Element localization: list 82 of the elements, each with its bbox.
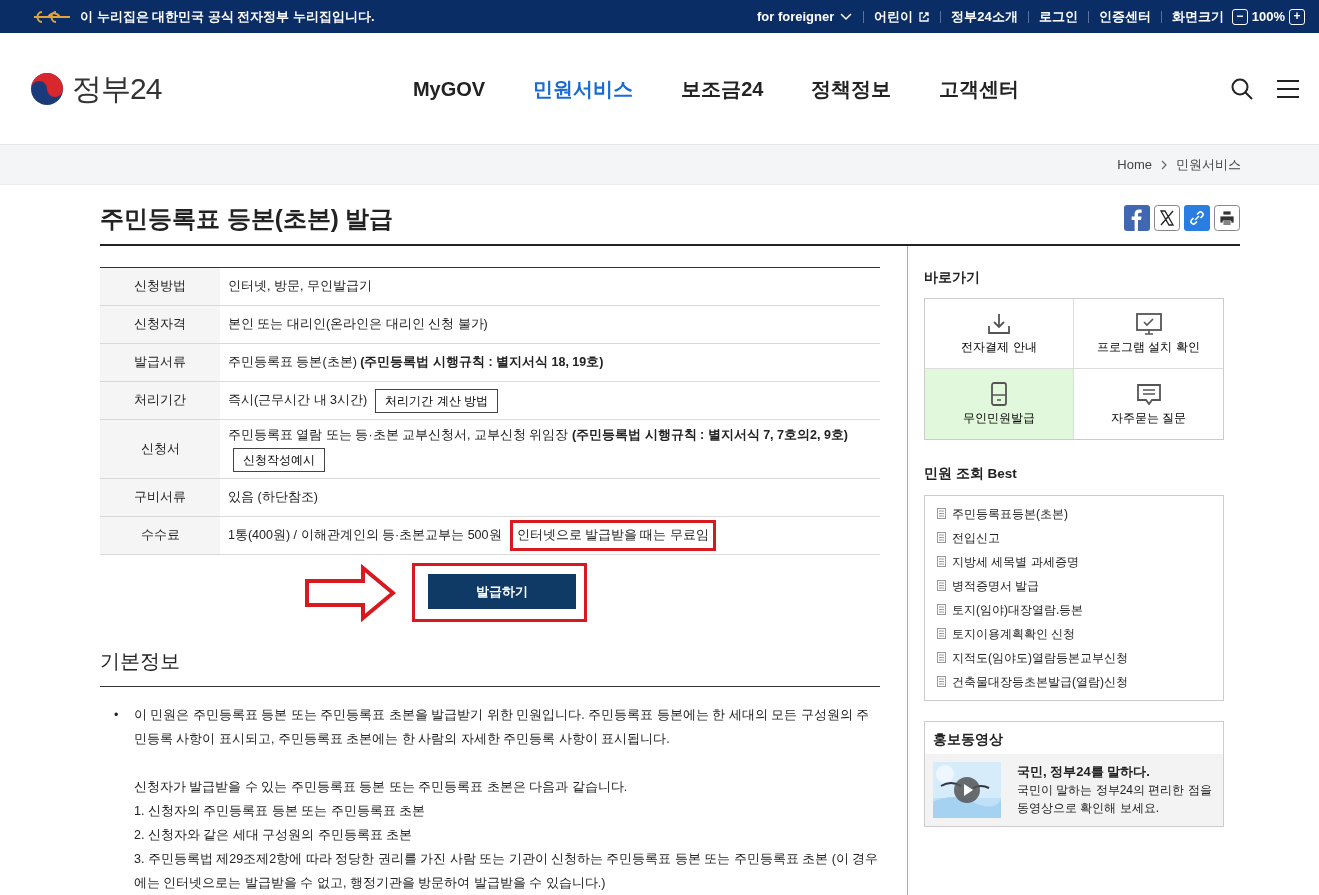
best-link[interactable]: 토지이용계획확인 신청 bbox=[952, 624, 1076, 643]
cell-text: 본인 또는 대리인(온라인은 대리인 신청 불가) bbox=[228, 316, 488, 334]
x-button[interactable] bbox=[1154, 205, 1180, 231]
emblem-icon bbox=[30, 71, 64, 106]
document-icon bbox=[937, 652, 946, 663]
sidebar-heading: 민원 조회 Best bbox=[924, 465, 1018, 484]
nav-tab[interactable]: MyGOV bbox=[412, 73, 486, 104]
document-icon bbox=[937, 580, 946, 591]
logo-text[interactable]: 정부24 bbox=[72, 66, 162, 111]
link-button[interactable] bbox=[1184, 205, 1210, 231]
search-icon[interactable] bbox=[1231, 77, 1253, 100]
breadcrumb-link[interactable]: Home bbox=[1117, 154, 1152, 175]
cell-text: 인터넷, 방문, 무인발급기 bbox=[228, 278, 372, 296]
chevron-down-icon bbox=[839, 11, 854, 22]
external-link-icon bbox=[918, 10, 931, 23]
breadcrumb-link[interactable]: 민원서비스 bbox=[1176, 154, 1241, 175]
info-line: 3. 주민등록법 제29조제2항에 따라 정당한 권리를 가진 사람 또는 기관이 신청하는 주민등록표 등본 또는 주민등록표 초본 (이 경우에는 인터넷으로는 발급받을 수 없고, 행정기관을 방문하여 발급받을 수 있습니다.) bbox=[134, 851, 880, 892]
shortcut-tile[interactable]: 무인민원발급 bbox=[925, 369, 1074, 440]
document-icon bbox=[937, 556, 946, 567]
notice-text: 이 누리집은 대한민국 공식 전자정부 누리집입니다. bbox=[80, 7, 375, 26]
issue-button[interactable]: 발급하기 bbox=[427, 574, 576, 609]
nav-tab[interactable]: 정책정보 bbox=[811, 73, 892, 104]
best-link[interactable]: 병적증명서 발급 bbox=[952, 576, 1040, 595]
top-link[interactable]: 어린이 bbox=[874, 6, 914, 27]
row-label: 처리기간 bbox=[100, 381, 220, 420]
cell-text: 주민등록표 열람 또는 등·초본 교부신청서, 교부신청 위임장 (주민등록법 시행규칙 : 별지서식 7, 7호의2, 9호) bbox=[228, 426, 849, 444]
cell-text: 주민등록표 등본(초본) (주민등록법 시행규칙 : 별지서식 18, 19호) bbox=[228, 354, 604, 372]
menu-icon[interactable] bbox=[1277, 78, 1299, 99]
shortcut-tile[interactable]: 전자결제 안내 bbox=[925, 299, 1074, 370]
top-link[interactable]: for foreigner bbox=[757, 6, 835, 27]
video-description: 국민이 말하는 정부24의 편리한 점을 동영상으로 확인해 보세요. bbox=[1017, 782, 1213, 818]
download-icon bbox=[985, 311, 1013, 336]
chevron-right-icon bbox=[1160, 159, 1168, 170]
print-button[interactable] bbox=[1214, 205, 1240, 231]
document-icon bbox=[937, 604, 946, 615]
document-icon bbox=[937, 532, 946, 543]
cell-text: 1통(400원) / 이해관계인의 등·초본교부는 500원 bbox=[228, 527, 502, 545]
top-link[interactable]: 인증센터 bbox=[1098, 6, 1151, 27]
nav-tab[interactable]: 보조금24 bbox=[681, 73, 764, 104]
fee-note: 인터넷으로 발급받을 때는 무료임 bbox=[509, 520, 716, 551]
best-link[interactable]: 전입신고 bbox=[952, 528, 1000, 547]
row-label: 신청방법 bbox=[100, 267, 220, 306]
info-line: 1. 신청자의 주민등록표 등본 또는 주민등록표 초본 bbox=[134, 803, 427, 820]
speech-bubble-icon bbox=[1134, 381, 1163, 406]
nav-tab[interactable]: 고객센터 bbox=[939, 73, 1020, 104]
zoom-in-button[interactable]: + bbox=[1289, 8, 1305, 25]
document-icon bbox=[937, 508, 946, 519]
zoom-value: 100% bbox=[1251, 7, 1285, 26]
document-icon bbox=[937, 676, 946, 687]
best-link[interactable]: 지적도(임야도)열람등본교부신청 bbox=[952, 648, 1128, 667]
text-button[interactable]: 신청작성예시 bbox=[233, 448, 325, 473]
info-line: 신청자가 발급받을 수 있는 주민등록표 등본 또는 주민등록표 초본은 다음과 같습니다. bbox=[134, 779, 629, 796]
video-heading: 홍보동영상 bbox=[932, 730, 1004, 749]
best-link[interactable]: 건축물대장등초본발급(열람)신청 bbox=[952, 672, 1128, 691]
row-label: 구비서류 bbox=[100, 478, 220, 517]
row-label: 발급서류 bbox=[100, 343, 220, 382]
sidebar-heading: 바로가기 bbox=[924, 269, 981, 287]
row-label: 수수료 bbox=[100, 516, 220, 555]
row-label: 신청서 bbox=[100, 419, 220, 479]
cell-text: 있음 (하단참조) bbox=[228, 489, 318, 507]
top-link[interactable]: 로그인 bbox=[1038, 6, 1078, 27]
monitor-icon bbox=[1134, 311, 1163, 336]
text-button[interactable]: 처리기간 계산 방법 bbox=[375, 388, 498, 413]
row-label: 신청자격 bbox=[100, 305, 220, 344]
top-link[interactable]: 정부24소개 bbox=[951, 6, 1018, 27]
section-heading: 기본정보 bbox=[100, 640, 880, 687]
best-link[interactable]: 지방세 세목별 과세증명 bbox=[952, 552, 1079, 571]
page-title: 주민등록표 등본(초본) 발급 bbox=[100, 205, 394, 234]
document-icon bbox=[937, 628, 946, 639]
cell-text: 즉시(근무시간 내 3시간) bbox=[228, 392, 368, 410]
best-link[interactable]: 주민등록표등본(초본) bbox=[952, 504, 1068, 523]
bullet-paragraph: 이 민원은 주민등록표 등본 또는 주민등록표 초본을 발급받기 위한 민원입니다. 주민등록표 등본에는 한 세대의 모든 구성원의 주민등록 사항이 표시되고, 주민등록표 초본에는 한 사람의 자세한 주민등록 사항이 표시됩니다. bbox=[134, 707, 871, 748]
video-headline: 국민, 정부24를 말하다. bbox=[1017, 762, 1151, 781]
nav-tab[interactable]: 민원서비스 bbox=[533, 73, 634, 104]
facebook-button[interactable] bbox=[1124, 205, 1150, 231]
play-icon[interactable] bbox=[954, 776, 980, 803]
emblem-icon bbox=[32, 9, 72, 24]
zoom-out-button[interactable]: − bbox=[1231, 8, 1248, 25]
zoom-label: 화면크기 bbox=[1171, 7, 1224, 26]
bullet-mark: • bbox=[114, 707, 120, 724]
best-link[interactable]: 토지(임야)대장열람.등본 bbox=[952, 600, 1084, 619]
info-line: 2. 신청자와 같은 세대 구성원의 주민등록표 초본 bbox=[134, 827, 414, 844]
